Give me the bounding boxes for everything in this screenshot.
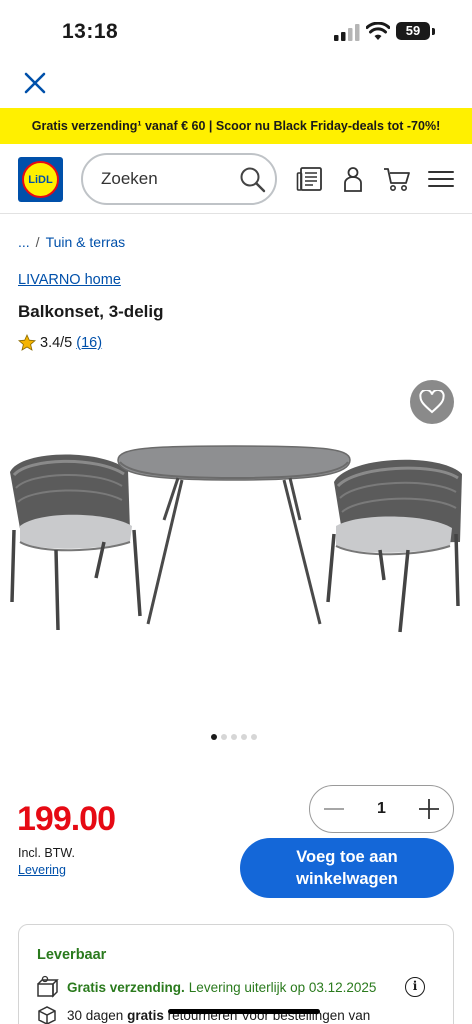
left-chair [10, 454, 142, 631]
info-icon[interactable]: i [405, 977, 425, 997]
rating-value: 3.4/5 [40, 335, 73, 351]
carousel-dot[interactable] [211, 734, 217, 740]
promo-banner[interactable]: Gratis verzending¹ vanaf € 60 | Scoor nu… [0, 108, 472, 144]
brochure-icon[interactable] [296, 165, 324, 193]
status-bar: 13:18 59 [0, 0, 472, 64]
plus-icon [419, 799, 439, 819]
lidl-logo[interactable]: LiDL [18, 157, 63, 202]
carousel-pagination [211, 734, 257, 740]
return-text-bold: gratis [127, 1007, 164, 1023]
logo-text: LiDL [22, 161, 59, 198]
shipping-bold: Gratis verzending. [67, 979, 185, 995]
shipping-date: Levering uiterlijk op 03.12.2025 [188, 979, 377, 995]
minus-icon [324, 808, 344, 810]
price: 199.00 [17, 800, 116, 838]
carousel-dot[interactable] [221, 734, 227, 740]
breadcrumb: ... / Tuin & terras [18, 234, 125, 250]
increase-button[interactable] [417, 797, 441, 821]
vat-note: Incl. BTW. [18, 846, 75, 860]
add-button-line2: winkelwagen [296, 870, 398, 888]
quantity-stepper: 1 [309, 785, 454, 833]
wishlist-button[interactable] [410, 380, 454, 424]
home-indicator [168, 1009, 320, 1014]
breadcrumb-ellipsis[interactable]: ... [18, 234, 30, 250]
battery-tip [432, 28, 435, 35]
carousel-dot[interactable] [251, 734, 257, 740]
parcel-icon [37, 975, 59, 998]
account-icon[interactable] [339, 165, 367, 193]
cellular-signal-icon [334, 24, 360, 41]
return-text-1: 30 dagen [67, 1007, 124, 1023]
availability-title: Leverbaar [37, 947, 107, 963]
brand-link[interactable]: LIVARNO home [18, 272, 121, 288]
product-rating: 3.4/5 (16) [18, 334, 102, 352]
promo-text: Gratis verzending¹ vanaf € 60 | Scoor nu… [31, 119, 441, 133]
quantity-value[interactable]: 1 [377, 800, 386, 818]
right-chair [326, 459, 462, 633]
product-image[interactable] [0, 430, 472, 660]
table [117, 445, 351, 625]
breadcrumb-category[interactable]: Tuin & terras [46, 234, 126, 250]
heart-icon [419, 390, 445, 414]
add-to-cart-button[interactable]: Voeg toe aan winkelwagen [240, 838, 454, 898]
status-time: 13:18 [62, 20, 119, 43]
wifi-icon [366, 22, 390, 40]
product-title: Balkonset, 3-delig [18, 302, 164, 321]
site-header: LiDL Zoeken [0, 144, 472, 214]
shipping-info: Gratis verzending. Levering uiterlijk op… [35, 975, 435, 999]
return-box-icon [38, 1006, 56, 1024]
carousel-dot[interactable] [231, 734, 237, 740]
review-count-link[interactable]: (16) [76, 335, 102, 351]
breadcrumb-separator: / [35, 234, 40, 250]
decrease-button[interactable] [322, 797, 346, 821]
star-icon [18, 334, 36, 351]
battery-indicator: 59 [396, 22, 430, 40]
close-icon[interactable] [22, 70, 48, 96]
delivery-link[interactable]: Levering [18, 863, 66, 877]
search-placeholder: Zoeken [101, 169, 158, 188]
add-button-line1: Voeg toe aan [296, 848, 398, 866]
menu-icon[interactable] [427, 165, 455, 193]
search-input[interactable]: Zoeken [81, 153, 277, 205]
carousel-dot[interactable] [241, 734, 247, 740]
search-icon[interactable] [239, 166, 267, 194]
cart-icon[interactable] [383, 165, 411, 193]
